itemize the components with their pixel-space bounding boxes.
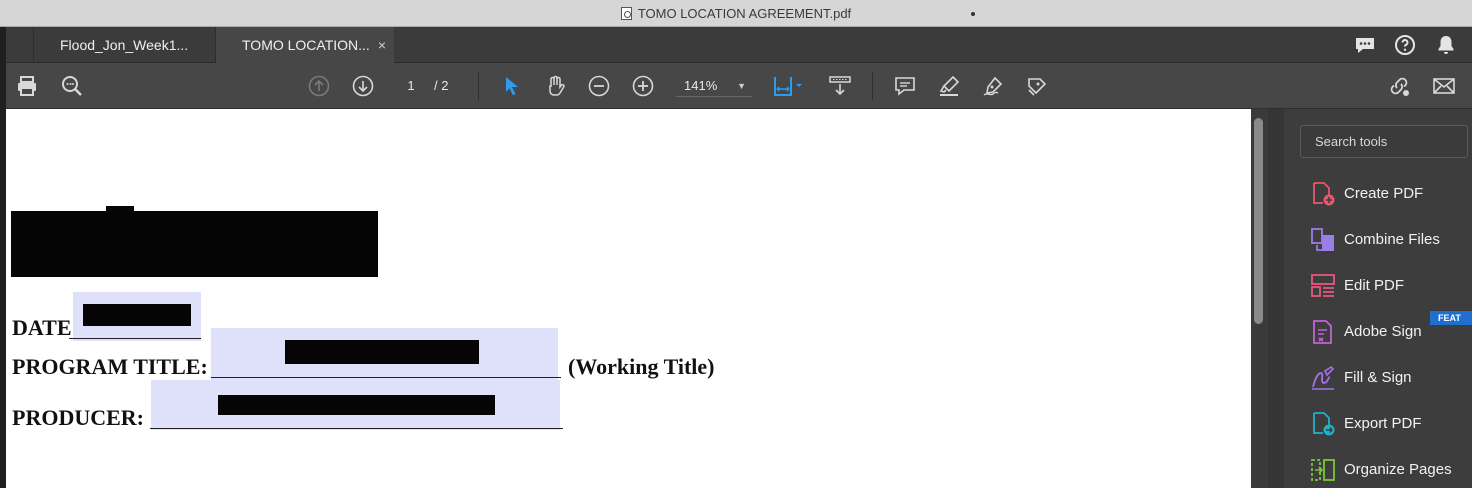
tool-export-pdf[interactable]: Export PDF <box>1308 410 1472 440</box>
feature-badge: FEAT <box>1430 311 1472 325</box>
draw-pen-icon[interactable] <box>981 74 1005 98</box>
create-pdf-icon <box>1310 181 1336 207</box>
toolbar-divider <box>478 72 479 100</box>
comment-icon[interactable] <box>893 74 917 98</box>
window-title: TOMO LOCATION AGREEMENT.pdf <box>0 6 1472 21</box>
pdf-file-icon <box>620 7 632 20</box>
email-icon[interactable] <box>1432 74 1456 98</box>
scroll-mode-icon[interactable] <box>828 74 852 98</box>
page-fit-icon[interactable] <box>772 74 804 98</box>
working-title-text: (Working Title) <box>568 354 715 379</box>
chevron-down-icon: ▼ <box>737 81 746 91</box>
page-total: / 2 <box>434 78 449 93</box>
zoom-level-select[interactable]: 141% ▼ <box>676 75 752 97</box>
tool-fill-sign[interactable]: Fill & Sign <box>1308 364 1472 394</box>
notifications-bell-icon[interactable] <box>1434 33 1458 62</box>
toolbar: 1 / 2 141% ▼ <box>6 63 1472 109</box>
tools-pane: Search tools Create PDF Combine Files Ed… <box>1268 109 1472 488</box>
zoom-in-icon[interactable] <box>631 74 655 98</box>
share-link-icon[interactable] <box>1387 74 1411 98</box>
stamp-tag-icon[interactable] <box>1025 74 1049 98</box>
edit-pdf-icon <box>1310 273 1336 299</box>
tab-tomo-location[interactable]: TOMO LOCATION... × <box>215 27 394 63</box>
export-pdf-icon <box>1310 411 1336 437</box>
previous-page-icon[interactable] <box>307 74 331 98</box>
page-number-input[interactable]: 1 <box>391 75 431 97</box>
hand-tool-icon[interactable] <box>543 74 567 98</box>
producer-underline <box>150 428 563 429</box>
redacted-mark <box>106 206 134 214</box>
combine-files-icon <box>1310 227 1336 253</box>
print-icon[interactable] <box>15 74 39 98</box>
title-bar: TOMO LOCATION AGREEMENT.pdf <box>0 0 1472 27</box>
date-label: DATE <box>12 315 72 340</box>
title-bar-dot <box>971 12 975 16</box>
tool-edit-pdf[interactable]: Edit PDF <box>1308 272 1472 302</box>
highlight-icon[interactable] <box>937 74 961 98</box>
scrollbar-thumb[interactable] <box>1254 118 1263 324</box>
tool-create-pdf[interactable]: Create PDF <box>1308 180 1472 210</box>
adobe-sign-icon <box>1310 319 1336 345</box>
select-pointer-icon[interactable] <box>500 74 524 98</box>
find-text-icon[interactable] <box>60 74 84 98</box>
redacted-program-title <box>285 340 479 364</box>
close-tab-icon[interactable]: × <box>378 27 386 63</box>
tool-organize-pages[interactable]: Organize Pages <box>1308 456 1472 486</box>
program-title-underline <box>211 377 561 378</box>
tool-combine-files[interactable]: Combine Files <box>1308 226 1472 256</box>
next-page-icon[interactable] <box>351 74 375 98</box>
tab-flood-jon[interactable]: Flood_Jon_Week1... <box>33 27 215 63</box>
producer-label: PRODUCER: <box>12 405 144 430</box>
comments-icon[interactable] <box>1353 33 1377 62</box>
zoom-out-icon[interactable] <box>587 74 611 98</box>
help-icon[interactable] <box>1393 33 1417 62</box>
redacted-producer <box>218 395 495 415</box>
redacted-date-value <box>83 304 191 326</box>
document-page[interactable]: DATE PROGRAM TITLE: (Working Title) PROD… <box>6 109 1251 488</box>
search-tools-input[interactable]: Search tools <box>1300 125 1468 158</box>
tab-bar: Flood_Jon_Week1... TOMO LOCATION... × <box>6 27 1472 63</box>
toolbar-divider <box>872 72 873 100</box>
redacted-address-block <box>11 211 378 277</box>
date-underline <box>69 338 201 339</box>
organize-pages-icon <box>1310 457 1336 483</box>
program-title-label: PROGRAM TITLE: <box>12 354 208 379</box>
fill-sign-icon <box>1310 365 1336 391</box>
